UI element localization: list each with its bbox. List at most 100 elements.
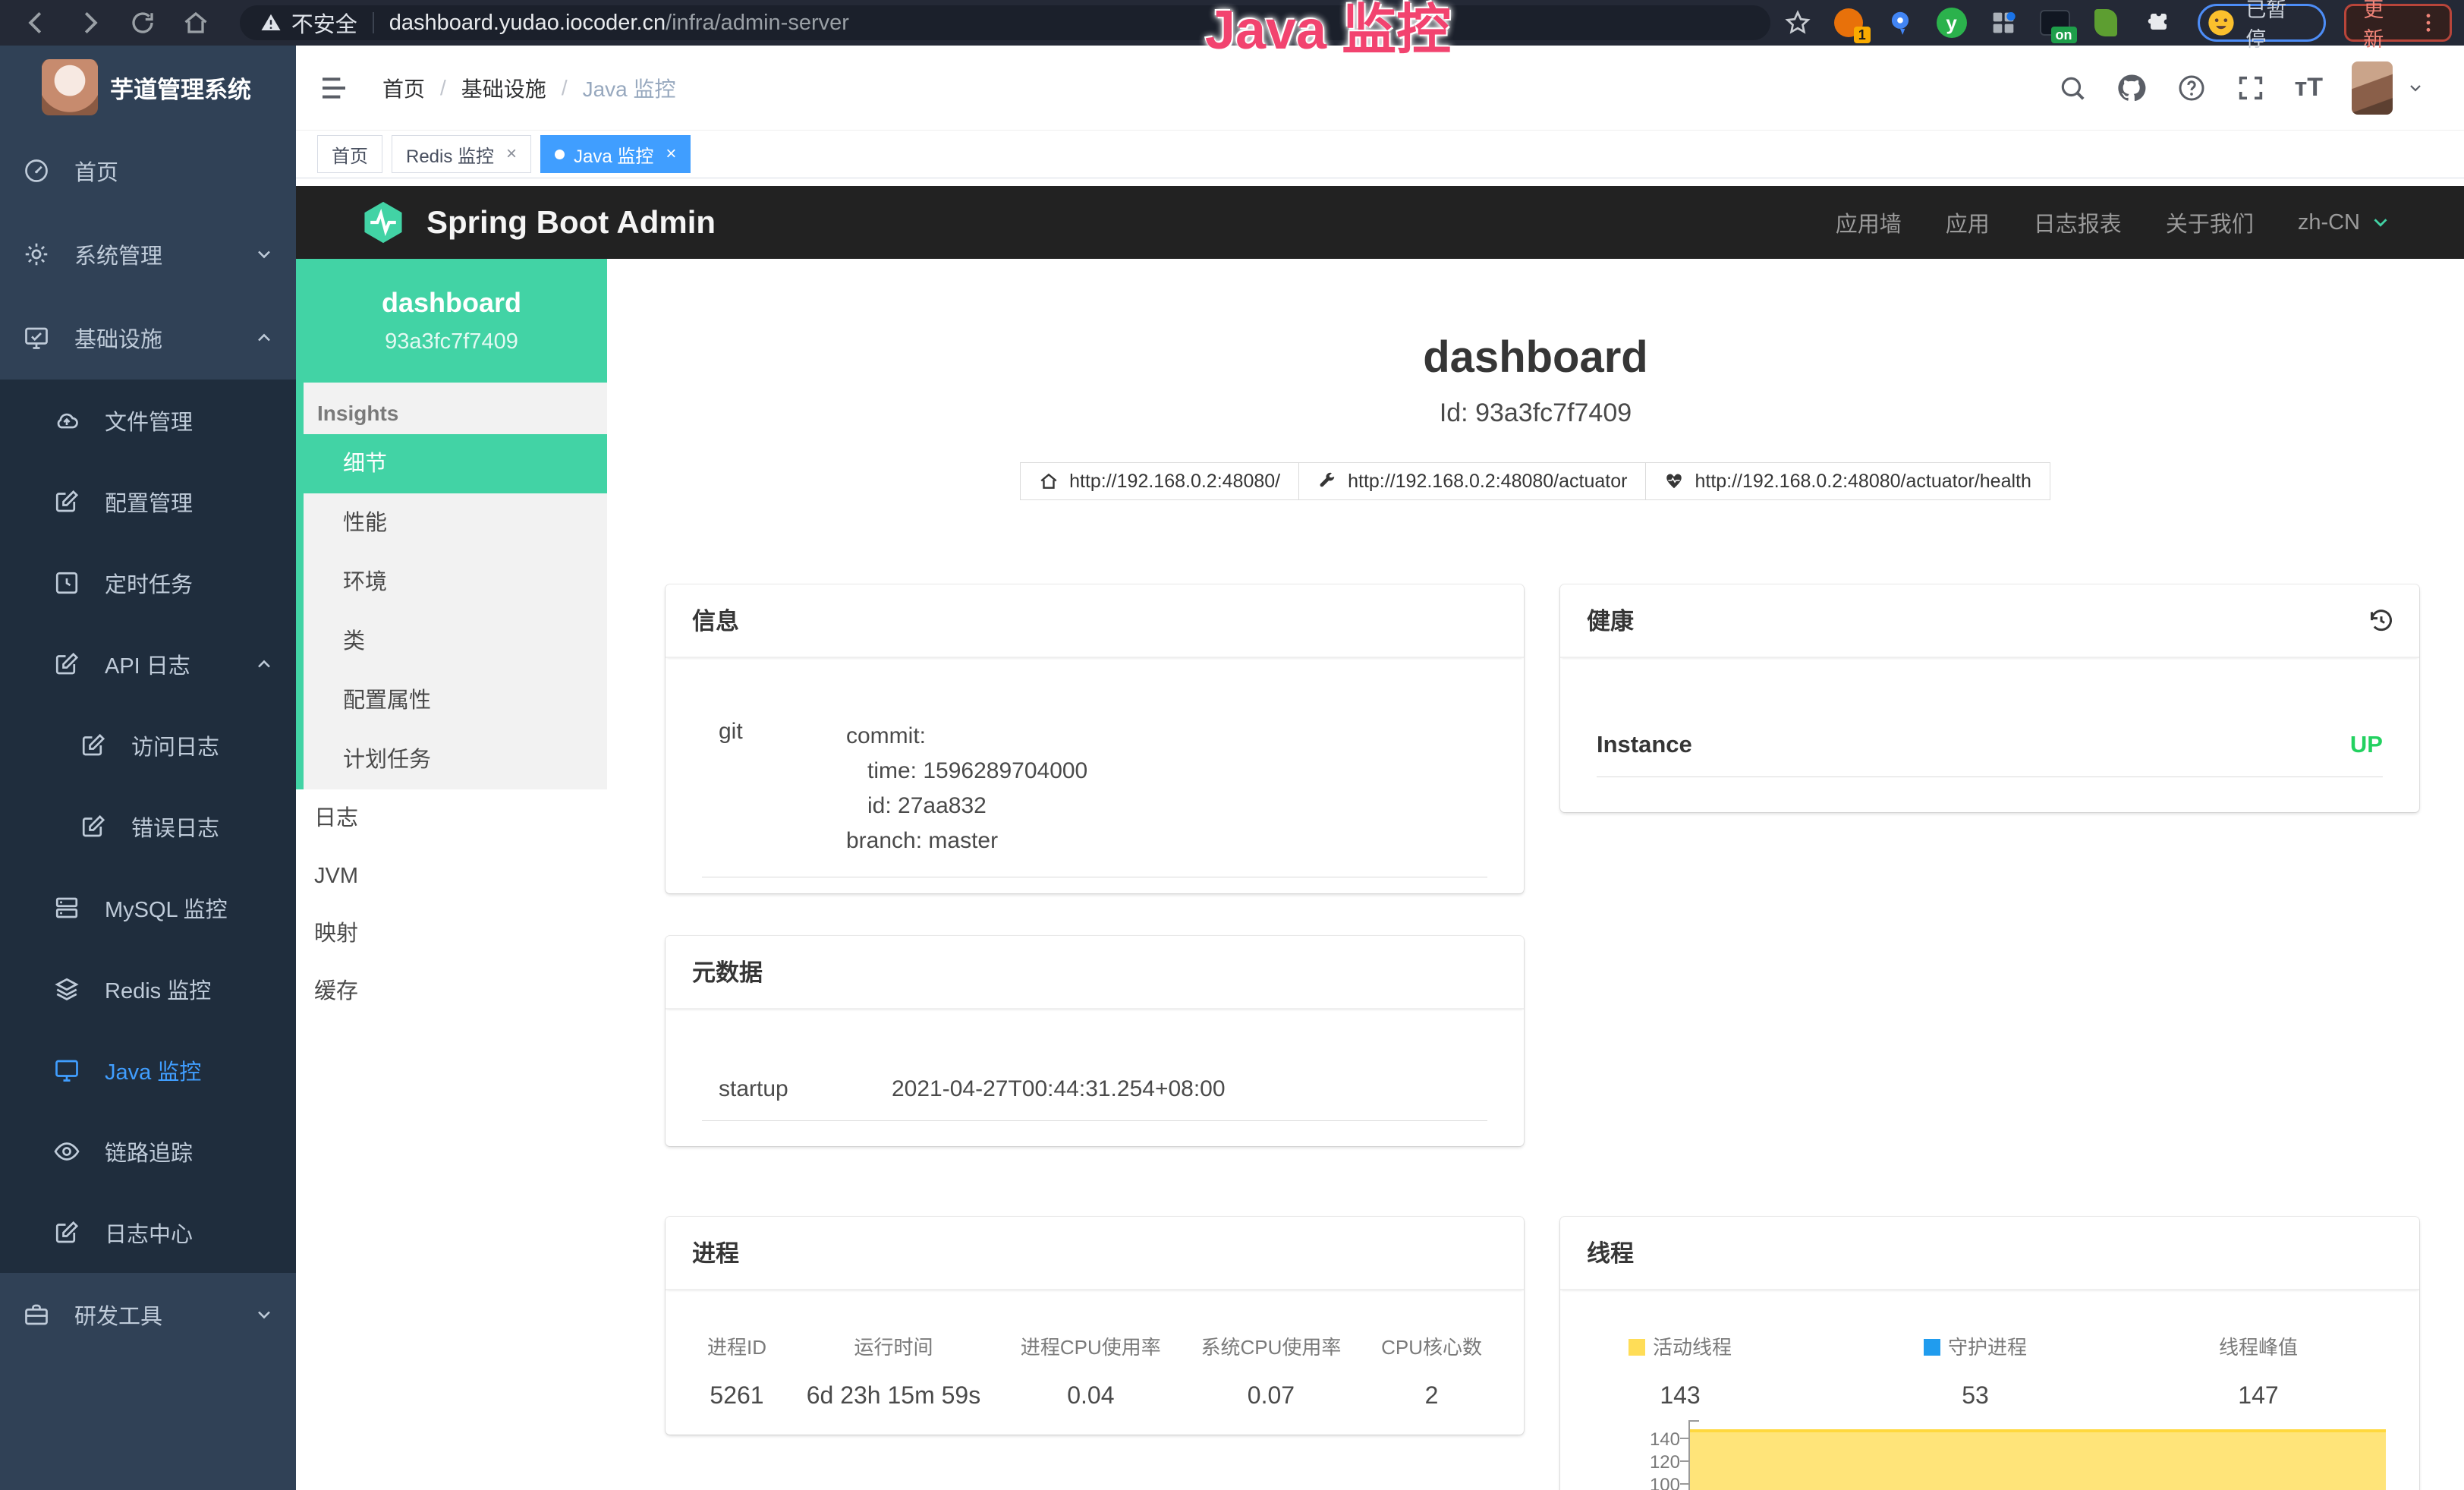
legend-value: 53 [1924, 1381, 2027, 1410]
app-logo-row[interactable]: 芋道管理系统 [0, 46, 296, 129]
handwritten-annotation: Java 监控 [1100, 0, 1556, 67]
sba-brand[interactable]: Spring Boot Admin [360, 199, 716, 246]
sba-sidebar: dashboard 93a3fc7f7409 Insights 细节 性能 环境… [296, 259, 607, 1490]
extension-icon-leaf[interactable] [2089, 5, 2124, 40]
col-value: 5261 [707, 1381, 766, 1410]
threads-area-chart: 140 120 100 [1597, 1416, 2386, 1490]
sidebar-item-redis-monitor[interactable]: Redis 监控 [0, 948, 296, 1029]
chevron-up-icon [253, 654, 275, 675]
browser-home-button[interactable] [179, 6, 212, 39]
extension-icon-switch[interactable]: on [2038, 5, 2072, 40]
extension-icon-y[interactable]: y [1934, 5, 1969, 40]
breadcrumb-home[interactable]: 首页 [382, 73, 425, 103]
tag-home[interactable]: 首页 [317, 135, 382, 173]
github-icon[interactable] [2116, 72, 2148, 104]
sidebar-item-file-mgmt[interactable]: 文件管理 [0, 380, 296, 461]
sidebar-item-label: Redis 监控 [105, 973, 211, 1005]
edit-icon [80, 732, 107, 759]
sidebar-item-label: 文件管理 [105, 405, 193, 436]
sba-nav-applications[interactable]: 应用 [1946, 206, 1990, 238]
bookmark-star-button[interactable] [1781, 6, 1814, 39]
sidebar-item-api-log[interactable]: API 日志 [0, 623, 296, 704]
sba-nav-about[interactable]: 关于我们 [2166, 206, 2254, 238]
sidebar-item-error-log[interactable]: 错误日志 [0, 786, 296, 867]
metadata-row: startup 2021-04-27T00:44:31.254+08:00 [666, 1010, 1524, 1102]
close-icon[interactable]: × [506, 143, 517, 165]
sba-menu-scheduled-tasks[interactable]: 计划任务 [304, 730, 607, 789]
info-key: git [702, 719, 846, 858]
database-icon [53, 894, 80, 921]
metadata-card: 元数据 startup 2021-04-27T00:44:31.254+08:0… [666, 936, 1524, 1146]
extension-icon-orange[interactable]: 1 [1831, 5, 1866, 40]
health-url-button[interactable]: http://192.168.0.2:48080/actuator/health [1645, 462, 2050, 500]
sba-menu-logs[interactable]: 日志 [296, 789, 607, 847]
paused-label: 已暂停 [2245, 0, 2307, 52]
sidebar-item-mysql-monitor[interactable]: MySQL 监控 [0, 867, 296, 948]
sidebar-item-label: 首页 [74, 155, 118, 187]
y-tick-mark [1680, 1483, 1689, 1485]
tag-java-monitor[interactable]: Java 监控 × [540, 135, 691, 173]
info-card: 信息 git commit: time: 1596289704000 id: 2… [666, 584, 1524, 893]
col-header: 进程ID [707, 1332, 766, 1360]
extensions-puzzle-icon[interactable] [2140, 5, 2175, 40]
fullscreen-icon[interactable] [2236, 73, 2266, 103]
legend-value: 143 [1629, 1381, 1732, 1410]
sba-locale-select[interactable]: zh-CN [2298, 210, 2392, 235]
sidebar-item-label: 系统管理 [74, 238, 162, 270]
history-icon[interactable] [2366, 606, 2396, 636]
col-header: 进程CPU使用率 [1021, 1332, 1161, 1360]
sidebar-item-home[interactable]: 首页 [0, 129, 296, 213]
help-icon[interactable] [2176, 73, 2207, 103]
col-header: 运行时间 [807, 1332, 981, 1360]
browser-back-button[interactable] [20, 6, 53, 39]
browser-reload-button[interactable] [126, 6, 159, 39]
service-url-button[interactable]: http://192.168.0.2:48080/ [1020, 462, 1299, 500]
tag-redis-monitor[interactable]: Redis 监控 × [392, 135, 531, 173]
paused-extension-pill[interactable]: 已暂停 [2198, 4, 2326, 42]
avatar[interactable] [2352, 61, 2393, 115]
sba-menu-metrics[interactable]: 性能 [304, 493, 607, 553]
sba-nav-wallboard[interactable]: 应用墙 [1836, 206, 1902, 238]
browser-menu-dots-icon[interactable] [2416, 11, 2440, 35]
breadcrumb-infrastructure[interactable]: 基础设施 [461, 73, 546, 103]
close-icon[interactable]: × [666, 143, 676, 165]
sba-menu-environment[interactable]: 环境 [304, 553, 607, 612]
sidebar-item-system-mgmt[interactable]: 系统管理 [0, 213, 296, 296]
sidebar-item-log-center[interactable]: 日志中心 [0, 1192, 296, 1273]
edit-icon [53, 1219, 80, 1246]
sidebar-item-access-log[interactable]: 访问日志 [0, 704, 296, 786]
legend-live-threads: 活动线程 143 [1629, 1332, 1732, 1410]
sba-nav-journal[interactable]: 日志报表 [2034, 206, 2122, 238]
sba-menu-caches[interactable]: 缓存 [296, 962, 607, 1020]
sba-instance-id: 93a3fc7f7409 [385, 329, 518, 354]
breadcrumb-separator: / [562, 76, 568, 100]
sidebar-item-infrastructure[interactable]: 基础设施 [0, 296, 296, 380]
extension-icon-pin[interactable] [1883, 5, 1918, 40]
hamburger-toggle[interactable] [319, 73, 349, 103]
actuator-url-button[interactable]: http://192.168.0.2:48080/actuator [1298, 462, 1646, 500]
sba-menu-mappings[interactable]: 映射 [296, 905, 607, 962]
sidebar-item-tracing[interactable]: 链路追踪 [0, 1110, 296, 1192]
sidebar-item-java-monitor[interactable]: Java 监控 [0, 1029, 296, 1110]
avatar-caret-icon[interactable] [2406, 79, 2425, 97]
extension-icon-grid[interactable] [1986, 5, 2021, 40]
sidebar-item-dev-tools[interactable]: 研发工具 [0, 1273, 296, 1356]
home-icon [1039, 471, 1059, 491]
monitor-icon [53, 1057, 80, 1084]
sba-menu-jvm[interactable]: JVM [296, 847, 607, 905]
font-size-icon[interactable]: тТ [2295, 73, 2323, 102]
browser-forward-button[interactable] [73, 6, 106, 39]
git-id-line: id: 27aa832 [846, 789, 1087, 824]
sidebar-item-scheduled-jobs[interactable]: 定时任务 [0, 542, 296, 623]
sba-menu-details[interactable]: 细节 [304, 434, 607, 493]
browser-update-button[interactable]: 更新 [2344, 4, 2452, 42]
sidebar-item-config-mgmt[interactable]: 配置管理 [0, 461, 296, 542]
sba-brand-name: Spring Boot Admin [426, 204, 716, 241]
sba-menu-classes[interactable]: 类 [304, 612, 607, 671]
sba-menu-config-props[interactable]: 配置属性 [304, 671, 607, 730]
security-chip[interactable]: 不安全 [260, 7, 357, 39]
service-url: http://192.168.0.2:48080/ [1069, 471, 1280, 493]
extension-on-badge: on [2051, 27, 2077, 43]
col-value: 0.04 [1021, 1381, 1161, 1410]
search-icon[interactable] [2058, 74, 2087, 102]
